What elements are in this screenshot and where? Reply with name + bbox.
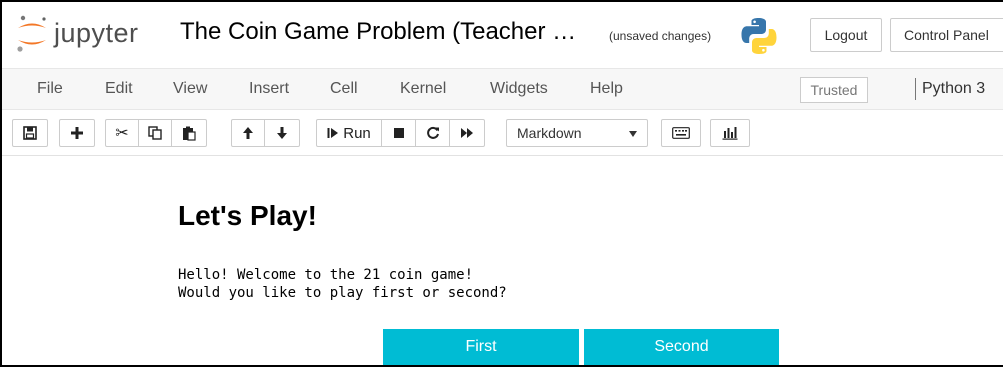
python-logo-icon bbox=[739, 16, 779, 56]
bar-chart-icon bbox=[722, 126, 738, 140]
interrupt-button[interactable] bbox=[381, 119, 416, 147]
cut-icon: ✂ bbox=[115, 125, 129, 142]
menu-help[interactable]: Help bbox=[590, 80, 623, 98]
restart-run-all-button[interactable] bbox=[449, 119, 485, 147]
save-icon bbox=[23, 126, 37, 140]
restart-icon bbox=[426, 126, 440, 140]
kernel-name: Python 3 bbox=[922, 80, 986, 97]
move-up-button[interactable] bbox=[231, 119, 265, 147]
run-icon bbox=[327, 127, 339, 139]
cut-button[interactable]: ✂ bbox=[105, 119, 139, 147]
keyboard-icon bbox=[672, 127, 690, 139]
logout-button[interactable]: Logout bbox=[810, 18, 882, 52]
menu-view[interactable]: View bbox=[173, 80, 207, 98]
kernel-divider bbox=[915, 78, 916, 100]
restart-button[interactable] bbox=[415, 119, 450, 147]
cell-type-value: Markdown bbox=[517, 125, 582, 141]
output-line: Would you like to play first or second? bbox=[178, 285, 507, 301]
first-button[interactable]: First bbox=[383, 329, 579, 365]
jupyter-logo[interactable]: jupyter bbox=[14, 13, 139, 53]
save-button[interactable] bbox=[12, 119, 48, 147]
markdown-heading: Let's Play! bbox=[178, 200, 317, 231]
jupyter-window: jupyter The Coin Game Problem (Teacher …… bbox=[0, 0, 1003, 367]
copy-button[interactable] bbox=[138, 119, 172, 147]
jupyter-logo-text: jupyter bbox=[54, 17, 139, 48]
menu-insert[interactable]: Insert bbox=[249, 80, 289, 98]
notebook-title[interactable]: The Coin Game Problem (Teacher … bbox=[180, 18, 576, 46]
cell-output: Hello! Welcome to the 21 coin game! Woul… bbox=[178, 266, 507, 302]
run-button[interactable]: Run bbox=[316, 119, 382, 147]
command-palette-button[interactable] bbox=[661, 119, 701, 147]
jupyter-logo-icon bbox=[14, 13, 50, 53]
menu-kernel[interactable]: Kernel bbox=[400, 80, 446, 98]
insert-cell-button[interactable] bbox=[59, 119, 95, 147]
trusted-indicator[interactable]: Trusted bbox=[800, 77, 868, 103]
second-button[interactable]: Second bbox=[584, 329, 779, 365]
arrow-down-icon bbox=[276, 126, 288, 140]
output-line: Hello! Welcome to the 21 coin game! bbox=[178, 267, 474, 283]
notebook-container: Let's Play! Hello! Welcome to the 21 coi… bbox=[2, 156, 1003, 365]
copy-icon bbox=[148, 126, 162, 140]
fast-forward-icon bbox=[460, 127, 474, 139]
plus-icon bbox=[70, 126, 84, 140]
cell-type-select[interactable]: Markdown bbox=[506, 119, 648, 147]
header: jupyter The Coin Game Problem (Teacher …… bbox=[2, 2, 1003, 68]
paste-icon bbox=[182, 126, 196, 141]
resource-usage-button[interactable] bbox=[710, 119, 750, 147]
menu-widgets[interactable]: Widgets bbox=[490, 80, 548, 98]
menu-file[interactable]: File bbox=[37, 80, 63, 98]
control-panel-button[interactable]: Control Panel bbox=[890, 18, 1003, 52]
menu-cell[interactable]: Cell bbox=[330, 80, 358, 98]
move-down-button[interactable] bbox=[264, 119, 300, 147]
arrow-up-icon bbox=[242, 126, 254, 140]
run-label: Run bbox=[343, 124, 371, 142]
save-status: (unsaved changes) bbox=[609, 29, 712, 43]
chevron-down-icon bbox=[629, 131, 637, 137]
paste-button[interactable] bbox=[171, 119, 207, 147]
toolbar: ✂ Run Markdown bbox=[2, 110, 1003, 156]
menubar: File Edit View Insert Cell Kernel Widget… bbox=[2, 68, 1003, 110]
stop-icon bbox=[393, 127, 405, 139]
menu-edit[interactable]: Edit bbox=[105, 80, 133, 98]
